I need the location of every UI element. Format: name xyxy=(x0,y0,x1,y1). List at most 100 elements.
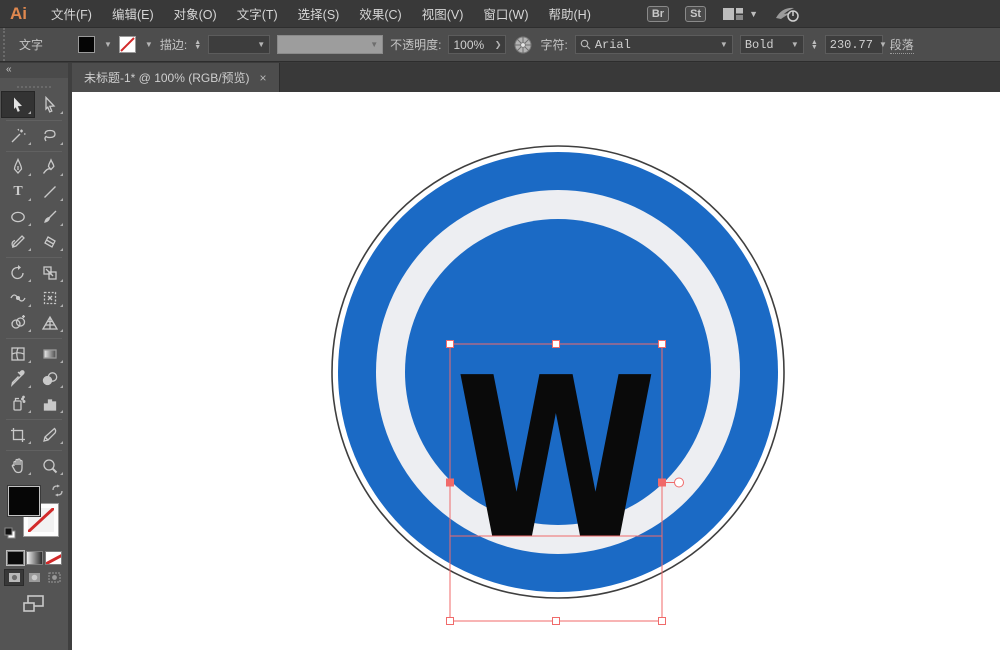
font-family-dropdown[interactable]: Arial ▼ xyxy=(575,35,733,54)
document-tab-bar: 未标题-1* @ 100% (RGB/预览) × xyxy=(72,63,1000,92)
paintbrush-tool[interactable] xyxy=(34,204,66,229)
none-button[interactable] xyxy=(45,551,62,565)
selection-handle-top-right[interactable] xyxy=(659,341,666,348)
line-segment-tool[interactable] xyxy=(34,179,66,204)
free-transform-tool[interactable] xyxy=(34,285,66,310)
selection-handle-top-left[interactable] xyxy=(447,341,454,348)
font-size-value: 230.77 xyxy=(830,38,873,52)
menu-select[interactable]: 选择(S) xyxy=(288,0,350,28)
illustrator-window: Ai 文件(F) 编辑(E) 对象(O) 文字(T) 选择(S) 效果(C) 视… xyxy=(0,0,1000,650)
chevron-down-icon: ▼ xyxy=(791,40,799,49)
draw-inside-button[interactable] xyxy=(45,570,63,585)
mesh-tool[interactable] xyxy=(2,341,34,366)
context-label: 文字 xyxy=(19,36,71,53)
column-graph-tool[interactable] xyxy=(34,391,66,416)
stroke-width-dropdown[interactable]: ▼ xyxy=(208,35,270,54)
width-tool[interactable] xyxy=(2,285,34,310)
shape-builder-tool[interactable] xyxy=(2,310,34,335)
sign-artwork[interactable]: W xyxy=(332,146,784,598)
default-fill-stroke-button[interactable] xyxy=(4,526,16,544)
font-style-dropdown[interactable]: Bold ▼ xyxy=(740,35,804,54)
draw-normal-button[interactable] xyxy=(5,570,23,585)
screen-mode-button[interactable] xyxy=(0,595,68,612)
chevron-down-icon: ▼ xyxy=(879,40,887,49)
perspective-grid-tool[interactable] xyxy=(34,310,66,335)
text-out-port[interactable] xyxy=(675,478,684,487)
font-size-dropdown[interactable]: 230.77 ▼ xyxy=(825,35,883,54)
rotate-tool[interactable] xyxy=(2,260,34,285)
draw-behind-button[interactable] xyxy=(25,570,43,585)
menu-effect[interactable]: 效果(C) xyxy=(349,0,411,28)
selection-handle-bottom-right[interactable] xyxy=(659,618,666,625)
selection-handle-mid-left[interactable] xyxy=(447,479,454,486)
type-tool[interactable]: T xyxy=(2,179,34,204)
blend-tool[interactable] xyxy=(34,366,66,391)
curvature-tool[interactable] xyxy=(34,154,66,179)
canvas[interactable]: W xyxy=(72,92,1000,650)
document-tab[interactable]: 未标题-1* @ 100% (RGB/预览) × xyxy=(72,63,280,92)
lasso-tool[interactable] xyxy=(34,123,66,148)
menu-object[interactable]: 对象(O) xyxy=(164,0,227,28)
tab-close-icon[interactable]: × xyxy=(260,71,267,85)
eyedropper-tool[interactable] xyxy=(2,366,34,391)
gradient-button[interactable] xyxy=(26,551,43,565)
hand-tool[interactable] xyxy=(2,453,34,478)
cs-live-button[interactable] xyxy=(774,5,800,23)
opacity-field[interactable]: 100% ❯ xyxy=(448,35,506,54)
fill-color-swatch[interactable] xyxy=(78,36,95,53)
symbol-sprayer-tool[interactable] xyxy=(2,391,34,416)
font-name-value: Arial xyxy=(595,38,714,52)
chevron-down-icon: ▼ xyxy=(720,40,728,49)
font-style-value: Bold xyxy=(745,38,785,52)
magic-wand-tool[interactable] xyxy=(2,123,34,148)
pen-tool[interactable] xyxy=(2,154,34,179)
scale-tool[interactable] xyxy=(34,260,66,285)
paragraph-link[interactable]: 段落 xyxy=(890,36,914,54)
none-slash-icon xyxy=(120,37,135,52)
font-size-stepper[interactable]: ▲▼ xyxy=(811,40,818,50)
tools-panel-collapse-button[interactable]: « xyxy=(0,63,68,78)
stroke-width-stepper[interactable]: ▲▼ xyxy=(194,40,201,50)
stroke-color-swatch[interactable] xyxy=(119,36,136,53)
menu-window[interactable]: 窗口(W) xyxy=(473,0,538,28)
ellipse-tool[interactable] xyxy=(2,204,34,229)
eraser-tool[interactable] xyxy=(34,229,66,254)
document-tab-title: 未标题-1* @ 100% (RGB/预览) xyxy=(84,69,250,86)
chevron-down-icon[interactable]: ▼ xyxy=(145,40,153,49)
menu-type[interactable]: 文字(T) xyxy=(227,0,288,28)
chevron-down-icon: ▼ xyxy=(749,9,758,19)
recolor-artwork-icon[interactable] xyxy=(513,35,533,55)
control-bar: 文字 ▼ ▼ 描边: ▲▼ ▼ ▼ 不透明度: 100% ❯ xyxy=(0,28,1000,62)
slice-tool[interactable] xyxy=(34,422,66,447)
menu-edit[interactable]: 编辑(E) xyxy=(102,0,164,28)
tools-panel-gripper[interactable] xyxy=(17,80,51,88)
pencil-tool[interactable] xyxy=(2,229,34,254)
character-label[interactable]: 字符: xyxy=(540,36,567,53)
cs-live-icon xyxy=(774,5,800,23)
workspace-switcher[interactable]: ▼ xyxy=(722,7,758,21)
bridge-button[interactable]: Br xyxy=(647,6,669,22)
chevron-down-icon: ▼ xyxy=(257,40,265,49)
selection-handle-bottom-center[interactable] xyxy=(553,618,560,625)
color-button[interactable] xyxy=(7,551,24,565)
selection-handle-bottom-left[interactable] xyxy=(447,618,454,625)
menu-view[interactable]: 视图(V) xyxy=(412,0,474,28)
fill-swatch[interactable] xyxy=(8,486,40,516)
selection-handle-mid-right[interactable] xyxy=(659,479,666,486)
stock-button[interactable]: St xyxy=(685,6,706,22)
workspace-switcher-icon xyxy=(722,7,744,21)
menu-file[interactable]: 文件(F) xyxy=(41,0,102,28)
gradient-tool[interactable] xyxy=(34,341,66,366)
selection-handle-top-center[interactable] xyxy=(553,341,560,348)
stroke-label: 描边: xyxy=(160,36,187,53)
sign-letter-text[interactable]: W xyxy=(455,331,657,589)
selection-tool[interactable] xyxy=(2,92,34,117)
chevron-down-icon[interactable]: ▼ xyxy=(104,40,112,49)
artboard-tool[interactable] xyxy=(2,422,34,447)
chevron-right-icon[interactable]: ❯ xyxy=(495,40,502,49)
direct-selection-tool[interactable] xyxy=(34,92,66,117)
menu-help[interactable]: 帮助(H) xyxy=(539,0,601,28)
panel-gripper[interactable] xyxy=(3,28,10,61)
zoom-tool[interactable] xyxy=(34,453,66,478)
swap-fill-stroke-button[interactable] xyxy=(51,484,64,500)
